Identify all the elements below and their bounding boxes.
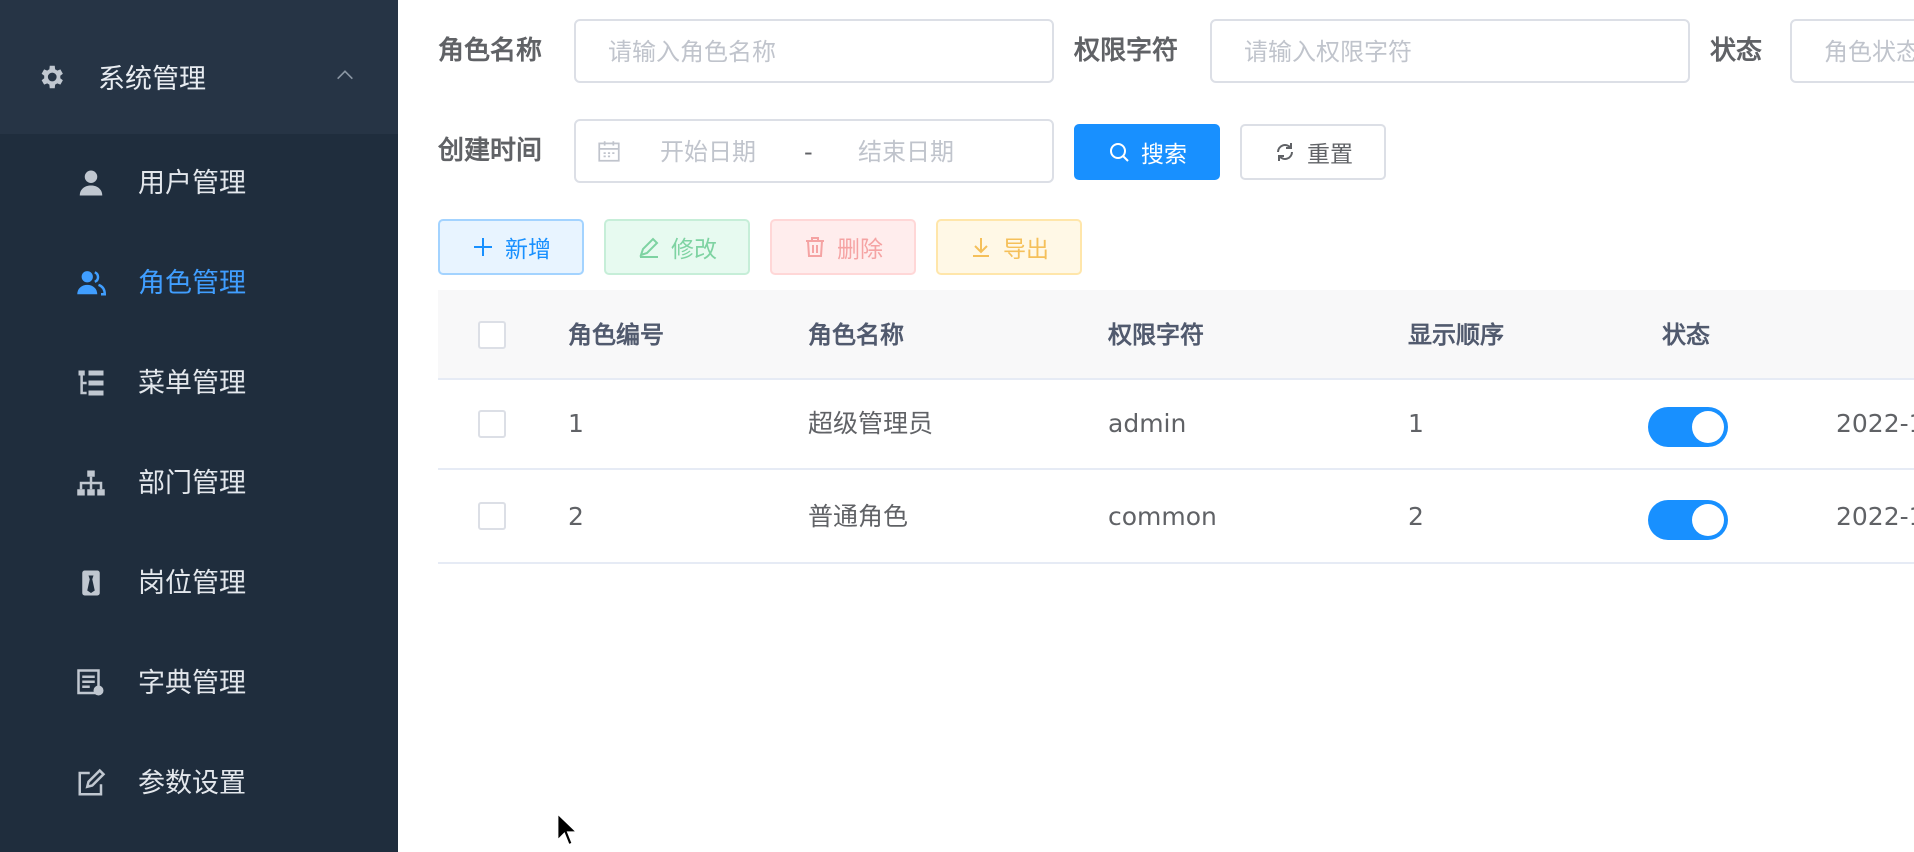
status-switch[interactable]: [1648, 500, 1728, 540]
start-date-placeholder: 开始日期: [660, 138, 756, 166]
download-icon: [969, 235, 993, 259]
edit-button[interactable]: 修改: [604, 219, 750, 275]
role-key-label: 权限字符: [1074, 36, 1179, 66]
sidebar-item-label: 角色管理: [138, 268, 246, 299]
refresh-icon: [1273, 140, 1297, 164]
role-sort: 2: [1408, 502, 1424, 531]
sidebar-item-label: 菜单管理: [138, 368, 246, 399]
calendar-icon: [596, 138, 622, 164]
sidebar-item-config[interactable]: 参数设置: [0, 734, 398, 834]
role-id: 2: [568, 502, 584, 531]
date-range-picker[interactable]: 开始日期 - 结束日期: [574, 119, 1054, 183]
row-checkbox[interactable]: [478, 502, 506, 530]
plus-icon: [471, 235, 495, 259]
search-button-label: 搜索: [1141, 142, 1187, 168]
sidebar-item-dept[interactable]: 部门管理: [0, 434, 398, 534]
sidebar-item-label: 部门管理: [138, 468, 246, 499]
column-header: 角色名称: [808, 321, 904, 349]
sidebar-item-post[interactable]: 岗位管理: [0, 534, 398, 634]
tree-table-icon: [76, 368, 106, 398]
role-name: 普通角色: [808, 502, 909, 531]
sidebar-item-label: 参数设置: [138, 768, 246, 799]
create-time: 2022-1: [1836, 502, 1914, 531]
select-all-checkbox[interactable]: [478, 321, 506, 349]
status-switch[interactable]: [1648, 407, 1728, 447]
export-button-label: 导出: [1003, 237, 1049, 263]
role-id: 1: [568, 409, 584, 438]
role-name-placeholder: 请输入角色名称: [608, 38, 776, 66]
sidebar-group-system[interactable]: 系统管理: [0, 0, 398, 134]
reset-button-label: 重置: [1307, 142, 1353, 168]
role-sort: 1: [1408, 409, 1424, 438]
pencil-icon: [637, 235, 661, 259]
table-header: 角色编号 角色名称 权限字符 显示顺序 状态: [438, 290, 1914, 380]
role-key-input[interactable]: 请输入权限字符: [1210, 19, 1690, 83]
org-tree-icon: [76, 468, 106, 498]
user-icon: [76, 168, 106, 198]
role-key: common: [1108, 502, 1217, 531]
end-date-placeholder: 结束日期: [858, 138, 954, 166]
sidebar-item-dict[interactable]: 字典管理: [0, 634, 398, 734]
create-time: 2022-1: [1836, 409, 1914, 438]
role-key-placeholder: 请输入权限字符: [1244, 38, 1412, 66]
sidebar-item-label: 用户管理: [138, 168, 246, 199]
sidebar-item-role[interactable]: 角色管理: [0, 234, 398, 334]
switch-knob: [1692, 504, 1724, 536]
main-content: 角色名称 请输入角色名称 权限字符 请输入权限字符 状态 角色状态 创建时间 开…: [398, 0, 1914, 852]
edit-button-label: 修改: [671, 237, 717, 263]
users-icon: [76, 268, 107, 298]
add-button-label: 新增: [505, 237, 551, 263]
edit-icon: [76, 768, 106, 798]
create-time-label: 创建时间: [438, 136, 543, 166]
role-name: 超级管理员: [808, 409, 934, 438]
sidebar-item-label: 岗位管理: [138, 568, 246, 599]
status-placeholder: 角色状态: [1824, 38, 1914, 66]
column-header: 显示顺序: [1408, 321, 1504, 349]
dict-icon: [76, 668, 106, 698]
sidebar-item-menu[interactable]: 菜单管理: [0, 334, 398, 434]
reset-button[interactable]: 重置: [1240, 124, 1386, 180]
sidebar-item-label: 字典管理: [138, 668, 246, 699]
column-header: 权限字符: [1108, 321, 1204, 349]
mouse-cursor-icon: [556, 811, 580, 848]
gear-icon: [36, 62, 66, 92]
add-button[interactable]: 新增: [438, 219, 584, 275]
switch-knob: [1692, 411, 1724, 443]
role-key: admin: [1108, 409, 1187, 438]
range-separator: -: [804, 138, 813, 166]
column-header: 状态: [1662, 321, 1710, 349]
row-checkbox[interactable]: [478, 410, 506, 438]
post-icon: [76, 568, 106, 598]
delete-button-label: 删除: [837, 237, 883, 263]
delete-button[interactable]: 删除: [770, 219, 916, 275]
sidebar-group-label: 系统管理: [98, 64, 206, 95]
search-icon: [1107, 140, 1131, 164]
role-name-input[interactable]: 请输入角色名称: [574, 19, 1054, 83]
chevron-up-icon: [334, 64, 356, 86]
sidebar: 系统管理 用户管理 角色管理 菜单管理 部门管理 岗位管理 字典管理 参数设置: [0, 0, 398, 852]
status-label: 状态: [1710, 36, 1763, 66]
status-select[interactable]: 角色状态: [1790, 19, 1914, 83]
sidebar-item-user[interactable]: 用户管理: [0, 134, 398, 234]
search-button[interactable]: 搜索: [1074, 124, 1220, 180]
table-row[interactable]: 1 超级管理员 admin 1 2022-1: [438, 380, 1914, 470]
column-header: 角色编号: [568, 321, 664, 349]
export-button[interactable]: 导出: [936, 219, 1082, 275]
trash-icon: [803, 235, 827, 259]
table-row[interactable]: 2 普通角色 common 2 2022-1: [438, 470, 1914, 564]
role-name-label: 角色名称: [438, 36, 543, 66]
